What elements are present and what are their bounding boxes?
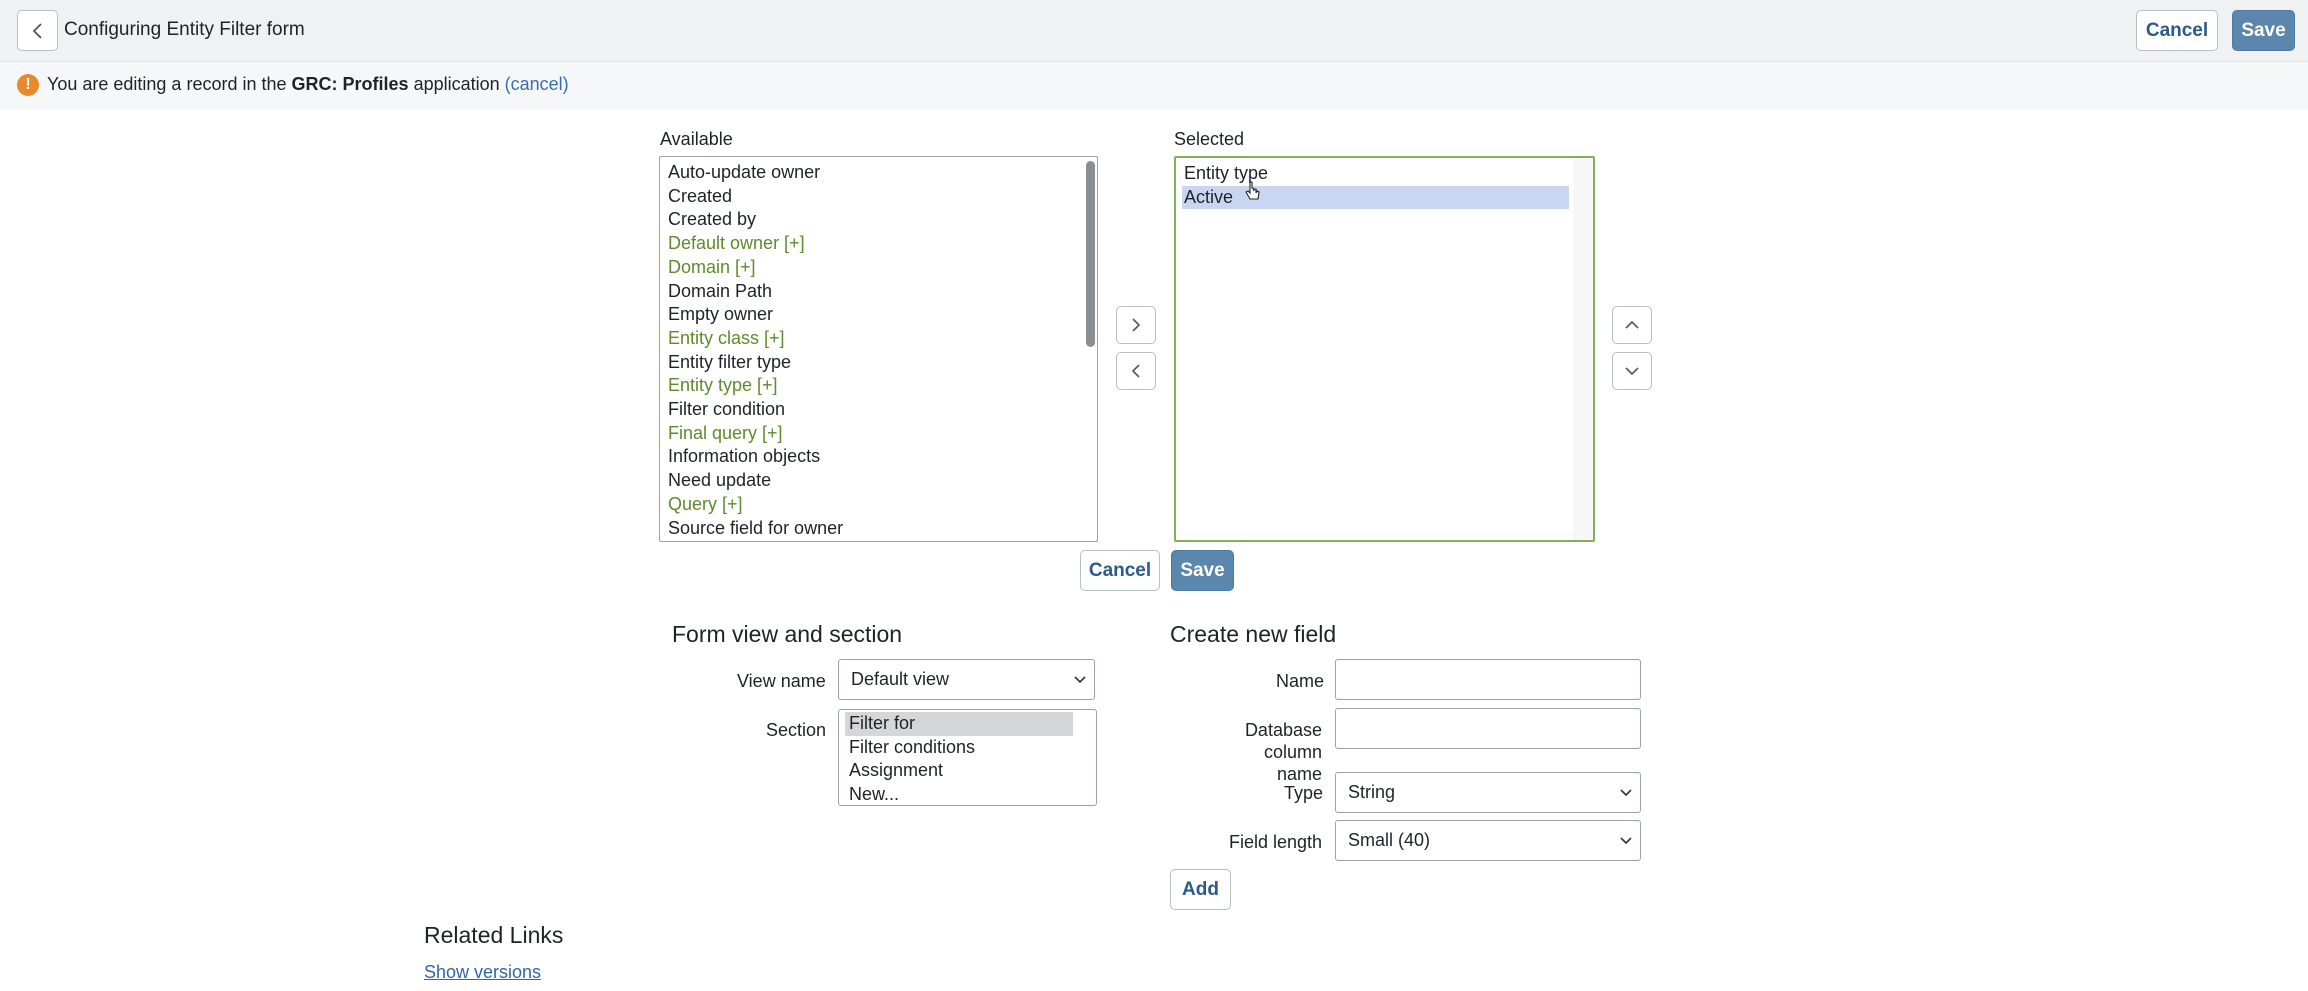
view-name-label: View name <box>737 671 826 691</box>
name-label: Name <box>1276 671 1325 691</box>
section-item[interactable]: Filter for <box>845 712 1073 736</box>
available-item[interactable]: Source field for owner <box>668 517 843 541</box>
remove-from-selected-button[interactable] <box>1116 352 1156 390</box>
move-down-button[interactable] <box>1612 352 1652 390</box>
selected-list[interactable]: Entity type Active <box>1174 156 1595 542</box>
available-item[interactable]: Entity class [+] <box>668 327 785 351</box>
available-item[interactable]: Entity type [+] <box>668 374 778 398</box>
notice-prefix: You are editing a record in the <box>47 74 287 94</box>
available-item[interactable]: Domain [+] <box>668 256 756 280</box>
field-length-label: Field length <box>1229 832 1323 852</box>
section-item[interactable]: Assignment <box>845 759 1073 783</box>
form-view-section-title: Form view and section <box>672 621 903 647</box>
available-scrollbar[interactable] <box>1086 161 1095 347</box>
field-length-select[interactable]: Small (40) <box>1335 820 1641 861</box>
mouse-cursor-icon <box>1244 181 1262 208</box>
notice-suffix: application <box>413 74 500 94</box>
section-item[interactable]: Filter conditions <box>845 736 1073 760</box>
available-item[interactable]: Domain Path <box>668 280 772 304</box>
header-save-button[interactable]: Save <box>2232 10 2295 51</box>
add-field-button[interactable]: Add <box>1170 869 1231 910</box>
available-item[interactable]: Auto-update owner <box>668 161 820 185</box>
available-item[interactable]: Information objects <box>668 445 820 469</box>
available-label: Available <box>660 129 733 149</box>
page-title: Configuring Entity Filter form <box>64 19 305 40</box>
available-item[interactable]: Created by <box>668 208 756 232</box>
chevron-left-icon <box>32 22 42 39</box>
db-column-label-line2: name <box>1276 764 1322 784</box>
chevron-down-icon <box>1620 788 1632 796</box>
available-item[interactable]: Query [+] <box>668 493 743 517</box>
selected-item[interactable]: Active <box>1182 185 1569 210</box>
chevron-up-icon <box>1625 320 1639 329</box>
show-versions-link[interactable]: Show versions <box>424 962 541 983</box>
type-value: String <box>1348 782 1396 802</box>
db-column-input[interactable] <box>1335 708 1641 749</box>
db-column-label-line1: Database column <box>1244 720 1322 762</box>
section-item[interactable]: New... <box>845 783 1073 805</box>
related-links-title: Related Links <box>424 922 564 948</box>
chevron-right-icon <box>1132 318 1141 332</box>
available-item[interactable]: Entity filter type <box>668 351 791 375</box>
available-item[interactable]: Created <box>668 185 732 209</box>
available-item[interactable]: Empty owner <box>668 303 773 327</box>
chevron-left-icon <box>1131 364 1140 378</box>
available-item[interactable]: Filter condition <box>668 398 785 422</box>
slushbucket-cancel-button[interactable]: Cancel <box>1080 550 1160 591</box>
available-item[interactable]: Final query [+] <box>668 422 783 446</box>
view-name-select[interactable]: Default view <box>838 659 1095 700</box>
selected-scrollbar-track <box>1573 158 1593 540</box>
available-item[interactable]: Default owner [+] <box>668 232 805 256</box>
chevron-down-icon <box>1625 367 1639 376</box>
selected-label: Selected <box>1174 129 1245 149</box>
slushbucket-save-button[interactable]: Save <box>1171 550 1234 591</box>
header-cancel-button[interactable]: Cancel <box>2136 10 2218 51</box>
type-select[interactable]: String <box>1335 772 1641 813</box>
notice-text: You are editing a record in the GRC: Pro… <box>47 74 569 95</box>
warning-icon: ! <box>17 74 39 96</box>
top-header <box>0 0 2308 62</box>
section-list[interactable]: Filter for Filter conditions Assignment New… <box>838 709 1097 806</box>
available-list[interactable]: Auto-update owner Created Created by Defaul… <box>659 156 1098 542</box>
chevron-down-icon <box>1620 836 1632 844</box>
chevron-down-icon <box>1074 675 1086 683</box>
selected-item[interactable]: Entity type <box>1182 162 1569 186</box>
view-name-value: Default view <box>851 669 950 689</box>
section-label: Section <box>766 720 827 740</box>
available-item[interactable]: Need update <box>668 469 771 493</box>
notice-app-name: GRC: Profiles <box>291 74 409 94</box>
move-up-button[interactable] <box>1612 306 1652 344</box>
field-length-value: Small (40) <box>1348 830 1431 850</box>
notice-cancel-link[interactable]: (cancel) <box>505 74 569 94</box>
field-name-input[interactable] <box>1335 659 1641 700</box>
back-button[interactable] <box>17 10 58 51</box>
db-column-label: Database column name <box>1185 719 1322 785</box>
type-label: Type <box>1284 783 1324 803</box>
create-field-title: Create new field <box>1170 621 1337 647</box>
add-to-selected-button[interactable] <box>1116 306 1156 344</box>
